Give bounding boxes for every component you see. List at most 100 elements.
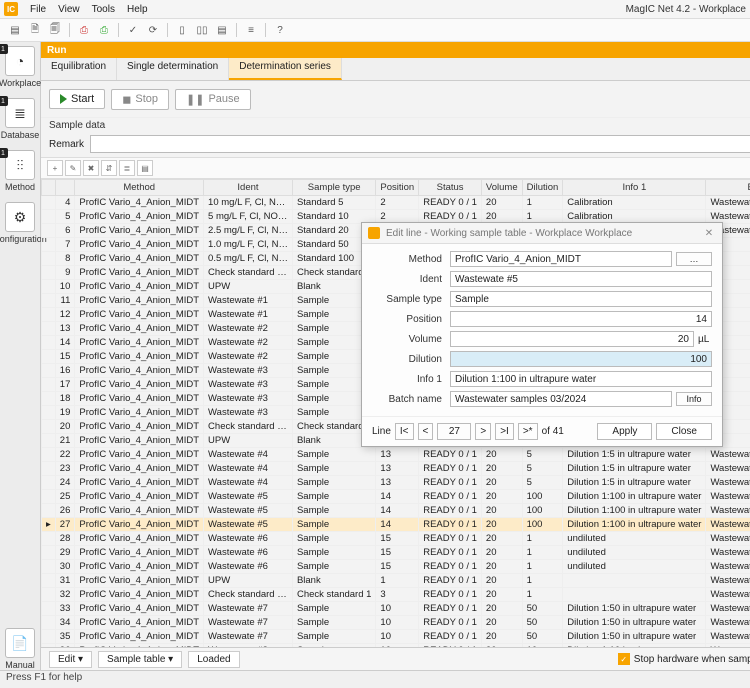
cell: READY 0 / 1 xyxy=(419,616,482,630)
toolbar-btn[interactable]: ⎙ xyxy=(95,21,113,39)
method-icon: ⫶⫶ xyxy=(5,150,35,180)
toolbar-btn[interactable]: ≡ xyxy=(242,21,260,39)
tool-icon[interactable]: + xyxy=(47,160,63,176)
edit-menu[interactable]: Edit ▾ xyxy=(49,651,92,668)
apply-button[interactable]: Apply xyxy=(597,423,652,440)
sidebar-item-configuration[interactable]: ⚙Configuration xyxy=(0,202,40,244)
toolbar-btn[interactable]: 🗐 xyxy=(46,21,64,39)
sidebar-item-workplace[interactable]: 1◔Workplace xyxy=(0,46,40,88)
column-header[interactable]: Volume xyxy=(481,180,522,196)
cell: 33 xyxy=(55,602,75,616)
cell: 14 xyxy=(376,504,419,518)
nav-current[interactable]: 27 xyxy=(437,423,471,440)
cell: Wastewater samples 03/2024 xyxy=(706,602,750,616)
table-row[interactable]: 4ProfIC Vario_4_Anion_MIDT10 mg/L F, Cl,… xyxy=(42,196,750,210)
batch-field[interactable]: Wastewater samples 03/2024 xyxy=(450,391,672,407)
table-row[interactable]: 25ProfIC Vario_4_Anion_MIDTWastewate #5S… xyxy=(42,490,750,504)
menu-help[interactable]: Help xyxy=(121,3,154,16)
table-row[interactable]: 32ProfIC Vario_4_Anion_MIDTCheck standar… xyxy=(42,588,750,602)
table-row[interactable]: ▸27ProfIC Vario_4_Anion_MIDTWastewate #5… xyxy=(42,518,750,532)
tab-equilibration[interactable]: Equilibration xyxy=(41,58,117,80)
column-header[interactable]: Ident xyxy=(204,180,293,196)
volume-field[interactable]: 20 xyxy=(450,331,694,347)
tool-icon[interactable]: ✖ xyxy=(83,160,99,176)
table-row[interactable]: 34ProfIC Vario_4_Anion_MIDTWastewate #7S… xyxy=(42,616,750,630)
start-button[interactable]: Start xyxy=(49,89,105,109)
column-header[interactable]: Info 1 xyxy=(563,180,706,196)
toolbar-btn[interactable]: ⎙ xyxy=(75,21,93,39)
tool-icon[interactable]: ⇵ xyxy=(101,160,117,176)
sidebar-item-manual[interactable]: 📄Manual xyxy=(0,628,40,670)
cell: Wastewater samples 03/2024 xyxy=(706,448,750,462)
table-row[interactable]: 33ProfIC Vario_4_Anion_MIDTWastewate #7S… xyxy=(42,602,750,616)
method-field[interactable]: ProfIC Vario_4_Anion_MIDT xyxy=(450,251,672,267)
column-header[interactable]: Dilution xyxy=(522,180,563,196)
table-row[interactable]: 26ProfIC Vario_4_Anion_MIDTWastewate #5S… xyxy=(42,504,750,518)
tab-single-determination[interactable]: Single determination xyxy=(117,58,229,80)
stop-hardware-checkbox[interactable]: ✓Stop hardware when sample table is fini… xyxy=(618,653,750,665)
toolbar-btn[interactable]: ▯ xyxy=(173,21,191,39)
table-row[interactable]: 28ProfIC Vario_4_Anion_MIDTWastewate #6S… xyxy=(42,532,750,546)
dilution-field[interactable]: 100 xyxy=(450,351,712,367)
cell: READY 0 / 1 xyxy=(419,532,482,546)
cell: 13 xyxy=(376,448,419,462)
column-header[interactable]: Position xyxy=(376,180,419,196)
pause-button[interactable]: ❚❚Pause xyxy=(175,89,251,110)
close-icon[interactable]: ✕ xyxy=(702,228,716,239)
toolbar-btn[interactable]: ▤ xyxy=(6,21,24,39)
info1-field[interactable]: Dilution 1:100 in ultrapure water xyxy=(450,371,712,387)
sidebar-item-method[interactable]: 1⫶⫶Method xyxy=(0,150,40,192)
tool-icon[interactable]: ▤ xyxy=(137,160,153,176)
cell: UPW xyxy=(204,574,293,588)
nav-last[interactable]: >I xyxy=(495,423,514,440)
tab-determination-series[interactable]: Determination series xyxy=(229,58,342,80)
close-button[interactable]: Close xyxy=(656,423,712,440)
tool-icon[interactable]: ✎ xyxy=(65,160,81,176)
menu-file[interactable]: File xyxy=(24,3,52,16)
menu-tools[interactable]: Tools xyxy=(86,3,121,16)
tool-icon[interactable]: ≣ xyxy=(119,160,135,176)
info-button[interactable]: Info xyxy=(676,392,712,406)
remark-input[interactable] xyxy=(90,135,750,153)
nav-next[interactable]: > xyxy=(475,423,491,440)
column-header[interactable]: Status xyxy=(419,180,482,196)
position-field[interactable]: 14 xyxy=(450,311,712,327)
toolbar-btn[interactable]: 🗎 xyxy=(26,21,44,39)
column-header[interactable] xyxy=(55,180,75,196)
more-button[interactable]: … xyxy=(676,252,712,266)
table-row[interactable]: 23ProfIC Vario_4_Anion_MIDTWastewate #4S… xyxy=(42,462,750,476)
table-row[interactable]: 24ProfIC Vario_4_Anion_MIDTWastewate #4S… xyxy=(42,476,750,490)
ident-field[interactable]: Wastewate #5 xyxy=(450,271,712,287)
column-header[interactable] xyxy=(42,180,56,196)
sampletable-menu[interactable]: Sample table ▾ xyxy=(98,651,182,668)
column-header[interactable]: Batch name xyxy=(706,180,750,196)
toolbar-btn[interactable]: ▯▯ xyxy=(193,21,211,39)
start-label: Start xyxy=(71,93,94,105)
cell: 32 xyxy=(55,588,75,602)
cell: 50 xyxy=(522,616,563,630)
table-row[interactable]: 31ProfIC Vario_4_Anion_MIDTUPWBlank1READ… xyxy=(42,574,750,588)
sampletype-field[interactable]: Sample xyxy=(450,291,712,307)
sidebar-item-database[interactable]: 1≣Database xyxy=(0,98,40,140)
table-row[interactable]: 29ProfIC Vario_4_Anion_MIDTWastewate #6S… xyxy=(42,546,750,560)
column-header[interactable]: Method xyxy=(75,180,204,196)
cell xyxy=(42,490,56,504)
cell: 20 xyxy=(481,518,522,532)
table-row[interactable]: 22ProfIC Vario_4_Anion_MIDTWastewate #4S… xyxy=(42,448,750,462)
menu-view[interactable]: View xyxy=(52,3,86,16)
toolbar-btn[interactable]: ✓ xyxy=(124,21,142,39)
column-header[interactable]: Sample type xyxy=(292,180,375,196)
nav-prev[interactable]: < xyxy=(418,423,434,440)
stop-button[interactable]: ◼Stop xyxy=(111,89,169,110)
toolbar-btn[interactable]: ▤ xyxy=(213,21,231,39)
nav-first[interactable]: I< xyxy=(395,423,414,440)
cell: Wastewate #6 xyxy=(204,532,293,546)
table-row[interactable]: 35ProfIC Vario_4_Anion_MIDTWastewate #7S… xyxy=(42,630,750,644)
nav-new[interactable]: >* xyxy=(518,423,538,440)
cell: undiluted xyxy=(563,560,706,574)
table-row[interactable]: 30ProfIC Vario_4_Anion_MIDTWastewate #6S… xyxy=(42,560,750,574)
toolbar-btn[interactable]: ⟳ xyxy=(144,21,162,39)
toolbar-btn[interactable]: ? xyxy=(271,21,289,39)
table-row[interactable]: 36ProfIC Vario_4_Anion_MIDTWastewate #8S… xyxy=(42,644,750,648)
cell: 35 xyxy=(55,630,75,644)
